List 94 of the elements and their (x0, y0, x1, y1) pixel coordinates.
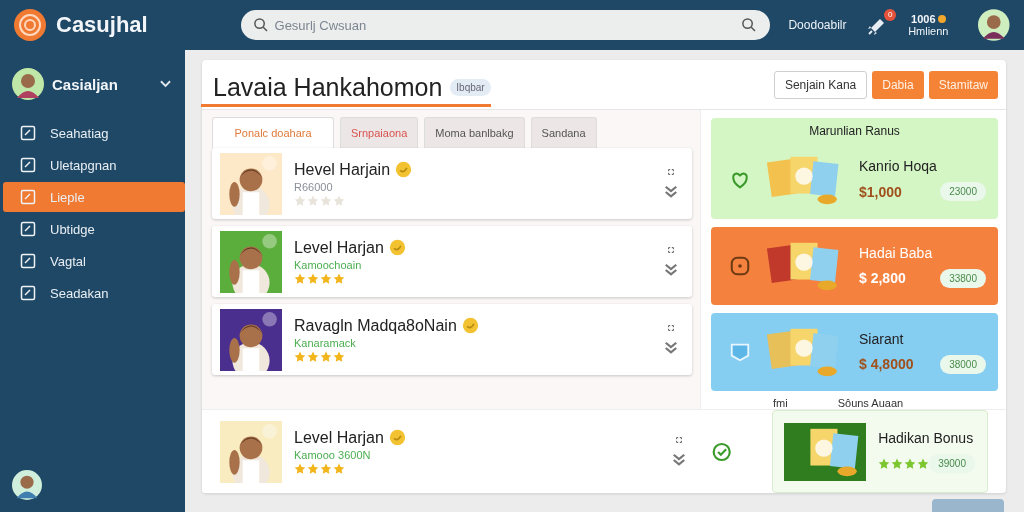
price: $ 2,800 (859, 270, 906, 286)
tab[interactable]: Moma banlbakg (424, 117, 525, 148)
expand-icon[interactable] (667, 245, 675, 254)
notification-badge: 0 (884, 9, 897, 21)
avatar-icon (12, 68, 44, 100)
claim-button[interactable]: 39000 (929, 454, 975, 473)
coin-icon (461, 317, 479, 334)
claim-button[interactable]: 38000 (940, 354, 986, 374)
star-icon (294, 272, 306, 285)
search-icon[interactable] (741, 17, 757, 32)
section-title: Marunlian Ranus (809, 124, 900, 138)
nav-icon (20, 285, 36, 301)
section-title: Sôuns Auaan (837, 397, 904, 409)
game-subtitle: R66000 (294, 180, 334, 193)
star-icon (904, 457, 917, 470)
tab[interactable]: Sandana (530, 117, 597, 148)
bonus-title: Hadai Baba (859, 244, 934, 261)
game-title: Ravagln Madqa8oNain (294, 316, 457, 335)
star-icon (320, 272, 332, 285)
coin-icon (937, 15, 946, 23)
bonus-card[interactable]: Siarant $ 4,8000 38000 (711, 313, 998, 391)
star-icon (320, 194, 332, 207)
logo-icon (14, 9, 46, 41)
star-icon (294, 194, 306, 207)
tag: Ibqbar (450, 78, 491, 96)
star-icon (320, 350, 332, 363)
star-icon (917, 457, 930, 470)
sidebar-item[interactable]: Seahatiag (0, 118, 185, 148)
coin-icon (395, 161, 413, 178)
check-circle-icon (711, 440, 733, 463)
top-link[interactable]: Doodoabilr (788, 18, 847, 32)
nav-icon (20, 189, 36, 205)
game-card[interactable]: Ravagln Madqa8oNain Kanaramack (212, 304, 692, 375)
sidebar-item[interactable]: Ubtidge (0, 214, 185, 244)
game-subtitle: Kamooo 3600N (294, 448, 372, 461)
page-title: Lavaia Hankahomon (213, 72, 443, 102)
avatar-icon[interactable] (978, 9, 1010, 41)
chevron-icon[interactable] (672, 451, 686, 468)
action-button[interactable]: Senjain Kana (773, 71, 868, 99)
star-icon (294, 462, 306, 475)
star-icon (333, 272, 345, 285)
game-card[interactable]: Hevel Harjain R66000 (212, 148, 692, 219)
game-card[interactable]: Level Harjan Kamoochoain (212, 226, 692, 297)
star-icon (891, 457, 904, 470)
nav-icon (20, 221, 36, 237)
game-subtitle: Kamoochoain (294, 258, 363, 271)
star-icon (294, 350, 306, 363)
coin-icon (388, 239, 406, 256)
rocket-icon[interactable] (866, 17, 887, 37)
star-icon (878, 457, 891, 470)
claim-button[interactable]: 23000 (940, 182, 986, 201)
bonus-card[interactable]: Hadai Baba $ 2,800 33800 (711, 227, 998, 305)
chevron-icon[interactable] (664, 183, 678, 200)
star-icon (307, 350, 319, 363)
star-icon (333, 194, 345, 207)
chevron-icon[interactable] (664, 261, 678, 278)
app-name: Casujhal (56, 12, 148, 38)
star-icon (307, 194, 319, 207)
game-title: Level Harjan (294, 428, 384, 447)
game-card[interactable]: Level Harjan Kamooo 3600N (202, 410, 700, 493)
price: $1,000 (859, 183, 902, 200)
star-icon (333, 462, 345, 475)
sidebar-item[interactable]: Seadakan (0, 278, 185, 308)
search-icon (252, 17, 268, 32)
avatar-icon[interactable] (12, 470, 42, 500)
sidebar-item[interactable]: Vagtal (0, 246, 185, 276)
coin-count: 1006 (911, 13, 936, 25)
star-icon (307, 272, 319, 285)
chevron-down-icon[interactable] (160, 80, 171, 88)
nav-icon (20, 253, 36, 269)
bonus-title: Kanrio Hoqa (859, 158, 938, 174)
game-subtitle: Kanaramack (294, 336, 357, 349)
user-name: Casialjan (52, 75, 119, 93)
bonus-title: Siarant (859, 330, 905, 347)
chat-bubble-icon (729, 341, 751, 363)
section-note: fmi (773, 397, 788, 409)
chevron-icon[interactable] (664, 339, 678, 356)
bonus-title: Hadikan Bonus (878, 430, 975, 446)
expand-icon[interactable] (667, 167, 675, 176)
nav-icon (20, 125, 36, 141)
expand-icon[interactable] (675, 435, 683, 444)
coin-icon (388, 429, 406, 446)
coin-label: Hmlienn (908, 25, 949, 37)
expand-icon[interactable] (667, 323, 675, 332)
nav-icon (20, 157, 36, 173)
sidebar-item[interactable]: Uletapgnan (0, 150, 185, 180)
star-icon (320, 462, 332, 475)
price: $ 4,8000 (859, 356, 914, 372)
star-icon (307, 462, 319, 475)
claim-button[interactable]: 33800 (940, 268, 986, 288)
game-title: Hevel Harjain (294, 160, 391, 179)
search-field[interactable]: Gesurlj Cwsuan (240, 10, 771, 40)
star-icon (333, 350, 345, 363)
game-title: Level Harjan (294, 238, 384, 257)
